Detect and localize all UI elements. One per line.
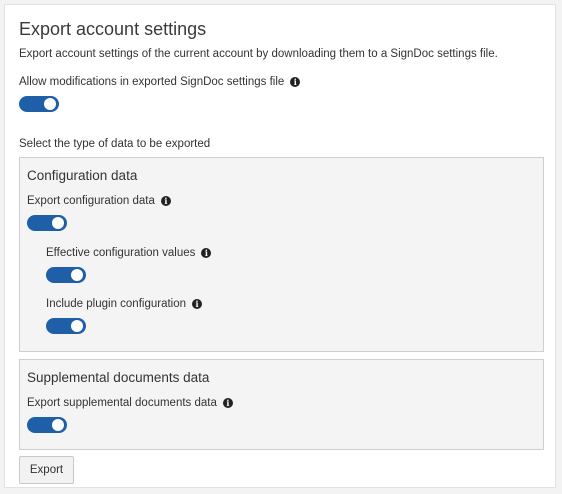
toggle-knob	[52, 419, 64, 431]
page-description: Export account settings of the current a…	[19, 48, 498, 60]
toggle-knob	[52, 217, 64, 229]
info-icon[interactable]: i	[201, 248, 212, 258]
effective-values-toggle[interactable]	[46, 267, 86, 283]
effective-values-label: Effective configuration values	[46, 247, 196, 259]
export-supplemental-row: Export supplemental documents data i	[27, 395, 233, 411]
page-title: Export account settings	[19, 19, 207, 39]
toggle-knob	[44, 98, 56, 110]
plugin-configuration-label: Include plugin configuration	[46, 298, 187, 310]
supplemental-group-title: Supplemental documents data	[27, 370, 210, 385]
toggle-knob	[71, 320, 83, 332]
plugin-configuration-toggle[interactable]	[46, 318, 86, 334]
export-configuration-toggle[interactable]	[27, 215, 67, 231]
info-icon[interactable]: i	[222, 398, 233, 408]
allow-modifications-label: Allow modifications in exported SignDoc …	[19, 76, 285, 88]
toggle-knob	[71, 269, 83, 281]
effective-values-row: Effective configuration values i	[46, 245, 212, 261]
configuration-group-title: Configuration data	[27, 168, 138, 183]
allow-modifications-toggle[interactable]	[19, 96, 59, 112]
allow-modifications-row: Allow modifications in exported SignDoc …	[19, 74, 301, 90]
info-icon[interactable]: i	[290, 77, 301, 87]
info-icon[interactable]: i	[160, 196, 171, 206]
supplemental-documents-group: Supplemental documents data Export suppl…	[19, 359, 544, 450]
configuration-data-group: Configuration data Export configuration …	[19, 157, 544, 352]
export-configuration-row: Export configuration data i	[27, 193, 171, 209]
info-icon[interactable]: i	[192, 299, 203, 309]
export-settings-card: Export account settings Export account s…	[4, 4, 556, 488]
export-supplemental-toggle[interactable]	[27, 417, 67, 433]
select-type-label: Select the type of data to be exported	[19, 138, 211, 150]
export-button[interactable]: Export	[19, 456, 74, 484]
plugin-configuration-row: Include plugin configuration i	[46, 296, 203, 312]
export-supplemental-label: Export supplemental documents data	[27, 397, 217, 409]
export-configuration-label: Export configuration data	[27, 195, 155, 207]
